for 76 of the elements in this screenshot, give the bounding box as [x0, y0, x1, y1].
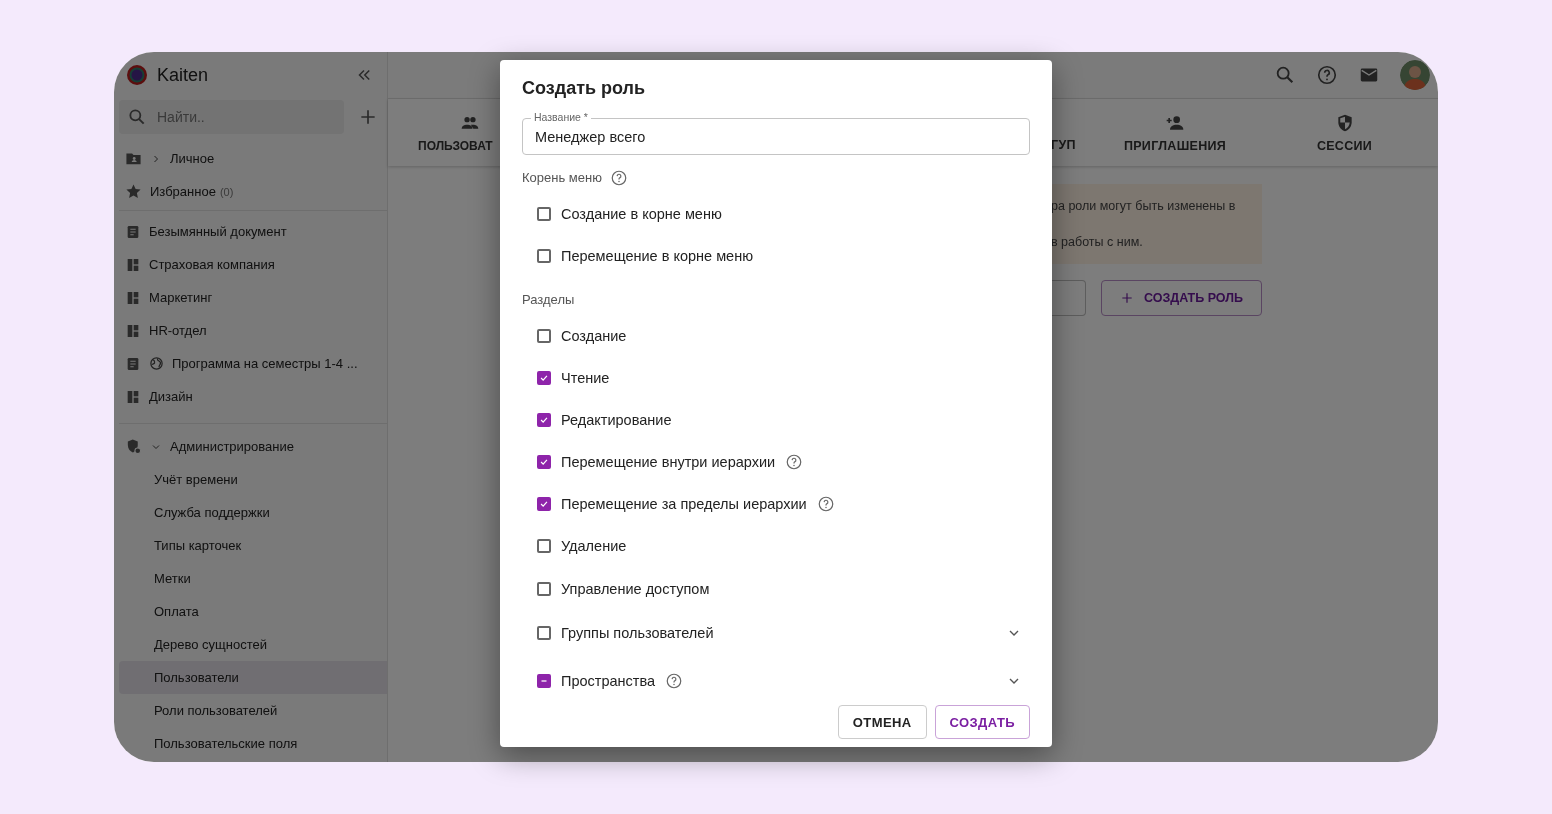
section-label: Разделы	[522, 292, 575, 308]
sidebar-item[interactable]: Личное	[170, 151, 215, 166]
help-icon[interactable]	[1316, 64, 1338, 86]
checkbox-label: Группы пользователей	[561, 625, 714, 642]
sidebar-item[interactable]: Пользовательские поля	[119, 727, 387, 760]
checkbox[interactable]	[537, 497, 551, 512]
search-field[interactable]: Найти..	[119, 100, 344, 134]
board-icon	[125, 388, 141, 405]
checkbox-label: Пространства	[561, 673, 656, 690]
logo-icon	[125, 63, 149, 87]
field-label: Название *	[531, 111, 591, 123]
checkbox-label: Перемещение в корне меню	[561, 247, 754, 264]
checkbox-label: Редактирование	[561, 412, 672, 429]
checkbox-label: Удаление	[561, 538, 627, 555]
sidebar-item[interactable]: Безымянный документ	[149, 224, 287, 239]
tab[interactable]: ГУП	[1051, 99, 1099, 166]
tab[interactable]: ПРИГЛАШЕНИЯ	[1099, 99, 1251, 166]
cancel-button[interactable]: ОТМЕНА	[837, 705, 927, 739]
sidebar-item[interactable]: Дизайн	[149, 389, 193, 404]
help-icon[interactable]	[816, 495, 835, 514]
sidebar-item[interactable]: Страховая компания	[149, 257, 275, 272]
document-icon	[125, 355, 141, 372]
checkbox[interactable]	[537, 539, 551, 554]
sidebar-item[interactable]: Маркетинг	[149, 290, 213, 305]
board-icon	[125, 322, 141, 339]
tab[interactable]: ПОЛЬЗОВАТ	[388, 99, 499, 166]
checkbox[interactable]	[537, 370, 551, 385]
help-icon[interactable]	[785, 453, 804, 472]
avatar[interactable]	[1400, 60, 1430, 90]
checkbox[interactable]	[537, 581, 551, 596]
checkbox[interactable]	[537, 328, 551, 343]
sidebar-item[interactable]: Избранное	[150, 184, 216, 199]
star-icon	[125, 183, 142, 200]
sidebar-item[interactable]: Пользователи	[119, 661, 387, 694]
checkbox[interactable]	[537, 626, 551, 641]
checkbox-label: Перемещение за пределы иерархии	[561, 496, 807, 513]
notice-text: ра роли могут быть изменены в	[1051, 199, 1237, 213]
search-icon	[127, 107, 147, 127]
board-icon	[125, 256, 141, 273]
sidebar-item[interactable]: Служба поддержки	[119, 496, 387, 529]
add-icon[interactable]	[358, 107, 378, 127]
checkbox[interactable]	[537, 206, 551, 221]
checkbox-label: Создание в корне меню	[561, 205, 722, 222]
app-logo: Kaiten	[157, 64, 210, 86]
checkbox[interactable]	[537, 413, 551, 428]
help-icon[interactable]	[665, 672, 684, 691]
notice-text: в работы с ним.	[1051, 235, 1144, 249]
sidebar-item[interactable]: Дерево сущностей	[119, 628, 387, 661]
shield-gear-icon	[125, 438, 142, 455]
sidebar-item[interactable]: Оплата	[119, 595, 387, 628]
plus-icon	[1120, 291, 1134, 305]
checkbox[interactable]	[537, 455, 551, 470]
board-icon	[125, 289, 141, 306]
dialog-title: Создать роль	[522, 78, 647, 99]
help-icon[interactable]	[609, 168, 628, 187]
sidebar-item[interactable]: Программа на семестры 1-4 ...	[172, 356, 358, 371]
checkbox[interactable]	[537, 674, 551, 689]
globe-icon	[149, 356, 164, 371]
sidebar-item[interactable]: Метки	[119, 562, 387, 595]
sidebar-item[interactable]: HR-отдел	[149, 323, 207, 338]
checkbox[interactable]	[537, 248, 551, 263]
sidebar-item[interactable]: Учёт времени	[119, 463, 387, 496]
checkbox-label: Управление доступом	[561, 580, 710, 597]
sidebar-item[interactable]: Типы карточек	[119, 529, 387, 562]
create-role-button[interactable]: СОЗДАТЬ РОЛЬ	[1101, 280, 1262, 316]
checkbox-label: Создание	[561, 327, 627, 344]
favorites-count: (0)	[219, 185, 234, 198]
checkbox-label: Перемещение внутри иерархии	[561, 454, 776, 471]
document-icon	[125, 223, 141, 240]
checkbox-label: Чтение	[561, 369, 610, 386]
search-icon[interactable]	[1274, 64, 1296, 86]
tab[interactable]: СЕССИИ	[1251, 99, 1438, 166]
sidebar-item[interactable]: Администрирование	[170, 439, 294, 454]
sidebar-item[interactable]: Роли пользователей	[119, 694, 387, 727]
section-label: Корень меню	[522, 170, 602, 186]
create-button[interactable]: СОЗДАТЬ	[934, 705, 1030, 739]
